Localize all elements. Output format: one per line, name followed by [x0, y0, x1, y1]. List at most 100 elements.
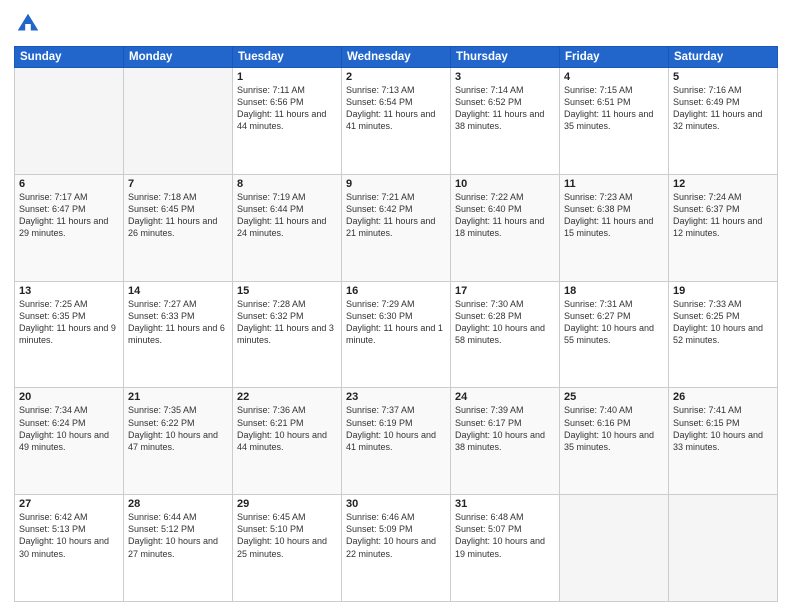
calendar-header-sunday: Sunday — [15, 47, 124, 68]
calendar-cell: 1Sunrise: 7:11 AM Sunset: 6:56 PM Daylig… — [233, 68, 342, 175]
day-number: 22 — [237, 391, 337, 403]
day-info: Sunrise: 6:46 AM Sunset: 5:09 PM Dayligh… — [346, 511, 446, 560]
calendar-header-row: SundayMondayTuesdayWednesdayThursdayFrid… — [15, 47, 778, 68]
day-info: Sunrise: 7:22 AM Sunset: 6:40 PM Dayligh… — [455, 191, 555, 240]
day-info: Sunrise: 7:11 AM Sunset: 6:56 PM Dayligh… — [237, 84, 337, 133]
header — [14, 10, 778, 38]
day-number: 7 — [128, 178, 228, 190]
day-info: Sunrise: 7:23 AM Sunset: 6:38 PM Dayligh… — [564, 191, 664, 240]
day-info: Sunrise: 7:15 AM Sunset: 6:51 PM Dayligh… — [564, 84, 664, 133]
calendar-week-1: 6Sunrise: 7:17 AM Sunset: 6:47 PM Daylig… — [15, 174, 778, 281]
day-info: Sunrise: 7:30 AM Sunset: 6:28 PM Dayligh… — [455, 298, 555, 347]
day-number: 27 — [19, 498, 119, 510]
calendar-header-friday: Friday — [560, 47, 669, 68]
calendar-week-3: 20Sunrise: 7:34 AM Sunset: 6:24 PM Dayli… — [15, 388, 778, 495]
calendar-week-0: 1Sunrise: 7:11 AM Sunset: 6:56 PM Daylig… — [15, 68, 778, 175]
calendar-header-wednesday: Wednesday — [342, 47, 451, 68]
page: SundayMondayTuesdayWednesdayThursdayFrid… — [0, 0, 792, 612]
calendar-cell: 12Sunrise: 7:24 AM Sunset: 6:37 PM Dayli… — [669, 174, 778, 281]
day-number: 1 — [237, 71, 337, 83]
calendar-cell: 27Sunrise: 6:42 AM Sunset: 5:13 PM Dayli… — [15, 495, 124, 602]
day-number: 18 — [564, 285, 664, 297]
logo-icon — [14, 10, 42, 38]
calendar-cell: 31Sunrise: 6:48 AM Sunset: 5:07 PM Dayli… — [451, 495, 560, 602]
day-number: 3 — [455, 71, 555, 83]
calendar-header-monday: Monday — [124, 47, 233, 68]
day-number: 14 — [128, 285, 228, 297]
day-number: 5 — [673, 71, 773, 83]
day-number: 4 — [564, 71, 664, 83]
calendar-cell: 19Sunrise: 7:33 AM Sunset: 6:25 PM Dayli… — [669, 281, 778, 388]
day-info: Sunrise: 7:14 AM Sunset: 6:52 PM Dayligh… — [455, 84, 555, 133]
day-info: Sunrise: 7:37 AM Sunset: 6:19 PM Dayligh… — [346, 404, 446, 453]
day-info: Sunrise: 7:13 AM Sunset: 6:54 PM Dayligh… — [346, 84, 446, 133]
calendar-cell: 11Sunrise: 7:23 AM Sunset: 6:38 PM Dayli… — [560, 174, 669, 281]
calendar-cell: 9Sunrise: 7:21 AM Sunset: 6:42 PM Daylig… — [342, 174, 451, 281]
day-number: 29 — [237, 498, 337, 510]
day-number: 2 — [346, 71, 446, 83]
calendar-cell: 26Sunrise: 7:41 AM Sunset: 6:15 PM Dayli… — [669, 388, 778, 495]
day-info: Sunrise: 7:36 AM Sunset: 6:21 PM Dayligh… — [237, 404, 337, 453]
day-number: 8 — [237, 178, 337, 190]
calendar-cell: 21Sunrise: 7:35 AM Sunset: 6:22 PM Dayli… — [124, 388, 233, 495]
day-info: Sunrise: 6:45 AM Sunset: 5:10 PM Dayligh… — [237, 511, 337, 560]
day-number: 30 — [346, 498, 446, 510]
calendar-cell — [560, 495, 669, 602]
calendar-cell: 5Sunrise: 7:16 AM Sunset: 6:49 PM Daylig… — [669, 68, 778, 175]
calendar-cell: 14Sunrise: 7:27 AM Sunset: 6:33 PM Dayli… — [124, 281, 233, 388]
day-number: 12 — [673, 178, 773, 190]
calendar-week-4: 27Sunrise: 6:42 AM Sunset: 5:13 PM Dayli… — [15, 495, 778, 602]
day-info: Sunrise: 7:16 AM Sunset: 6:49 PM Dayligh… — [673, 84, 773, 133]
calendar-cell: 22Sunrise: 7:36 AM Sunset: 6:21 PM Dayli… — [233, 388, 342, 495]
day-number: 21 — [128, 391, 228, 403]
day-info: Sunrise: 7:25 AM Sunset: 6:35 PM Dayligh… — [19, 298, 119, 347]
day-number: 9 — [346, 178, 446, 190]
day-info: Sunrise: 7:18 AM Sunset: 6:45 PM Dayligh… — [128, 191, 228, 240]
calendar-cell: 2Sunrise: 7:13 AM Sunset: 6:54 PM Daylig… — [342, 68, 451, 175]
day-info: Sunrise: 7:35 AM Sunset: 6:22 PM Dayligh… — [128, 404, 228, 453]
calendar-cell: 28Sunrise: 6:44 AM Sunset: 5:12 PM Dayli… — [124, 495, 233, 602]
day-info: Sunrise: 6:48 AM Sunset: 5:07 PM Dayligh… — [455, 511, 555, 560]
day-number: 10 — [455, 178, 555, 190]
day-info: Sunrise: 6:42 AM Sunset: 5:13 PM Dayligh… — [19, 511, 119, 560]
calendar-cell: 25Sunrise: 7:40 AM Sunset: 6:16 PM Dayli… — [560, 388, 669, 495]
day-number: 15 — [237, 285, 337, 297]
day-number: 28 — [128, 498, 228, 510]
calendar-cell: 4Sunrise: 7:15 AM Sunset: 6:51 PM Daylig… — [560, 68, 669, 175]
calendar-cell: 6Sunrise: 7:17 AM Sunset: 6:47 PM Daylig… — [15, 174, 124, 281]
day-number: 26 — [673, 391, 773, 403]
calendar-table: SundayMondayTuesdayWednesdayThursdayFrid… — [14, 46, 778, 602]
calendar-cell: 17Sunrise: 7:30 AM Sunset: 6:28 PM Dayli… — [451, 281, 560, 388]
logo — [14, 10, 44, 38]
calendar-cell: 20Sunrise: 7:34 AM Sunset: 6:24 PM Dayli… — [15, 388, 124, 495]
day-info: Sunrise: 7:28 AM Sunset: 6:32 PM Dayligh… — [237, 298, 337, 347]
day-number: 17 — [455, 285, 555, 297]
day-number: 20 — [19, 391, 119, 403]
calendar-cell: 8Sunrise: 7:19 AM Sunset: 6:44 PM Daylig… — [233, 174, 342, 281]
calendar-week-2: 13Sunrise: 7:25 AM Sunset: 6:35 PM Dayli… — [15, 281, 778, 388]
calendar-header-saturday: Saturday — [669, 47, 778, 68]
day-info: Sunrise: 7:31 AM Sunset: 6:27 PM Dayligh… — [564, 298, 664, 347]
calendar-cell: 29Sunrise: 6:45 AM Sunset: 5:10 PM Dayli… — [233, 495, 342, 602]
calendar-cell: 7Sunrise: 7:18 AM Sunset: 6:45 PM Daylig… — [124, 174, 233, 281]
day-info: Sunrise: 6:44 AM Sunset: 5:12 PM Dayligh… — [128, 511, 228, 560]
day-number: 25 — [564, 391, 664, 403]
calendar-cell: 23Sunrise: 7:37 AM Sunset: 6:19 PM Dayli… — [342, 388, 451, 495]
day-info: Sunrise: 7:24 AM Sunset: 6:37 PM Dayligh… — [673, 191, 773, 240]
calendar-cell — [124, 68, 233, 175]
day-info: Sunrise: 7:39 AM Sunset: 6:17 PM Dayligh… — [455, 404, 555, 453]
day-number: 16 — [346, 285, 446, 297]
day-info: Sunrise: 7:27 AM Sunset: 6:33 PM Dayligh… — [128, 298, 228, 347]
calendar-cell: 18Sunrise: 7:31 AM Sunset: 6:27 PM Dayli… — [560, 281, 669, 388]
calendar-cell: 24Sunrise: 7:39 AM Sunset: 6:17 PM Dayli… — [451, 388, 560, 495]
day-info: Sunrise: 7:17 AM Sunset: 6:47 PM Dayligh… — [19, 191, 119, 240]
day-number: 13 — [19, 285, 119, 297]
calendar-header-thursday: Thursday — [451, 47, 560, 68]
day-info: Sunrise: 7:40 AM Sunset: 6:16 PM Dayligh… — [564, 404, 664, 453]
calendar-cell: 30Sunrise: 6:46 AM Sunset: 5:09 PM Dayli… — [342, 495, 451, 602]
calendar-cell: 10Sunrise: 7:22 AM Sunset: 6:40 PM Dayli… — [451, 174, 560, 281]
day-info: Sunrise: 7:29 AM Sunset: 6:30 PM Dayligh… — [346, 298, 446, 347]
calendar-cell: 16Sunrise: 7:29 AM Sunset: 6:30 PM Dayli… — [342, 281, 451, 388]
day-number: 24 — [455, 391, 555, 403]
day-info: Sunrise: 7:19 AM Sunset: 6:44 PM Dayligh… — [237, 191, 337, 240]
